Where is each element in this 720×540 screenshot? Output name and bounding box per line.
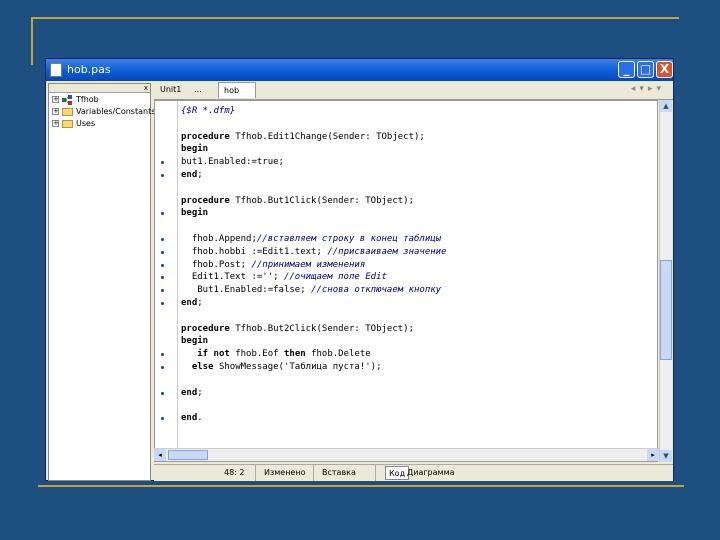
tree-item-label: Variables/Constants [76, 107, 156, 116]
hscroll-thumb[interactable] [168, 450, 208, 460]
minimize-button[interactable]: _ [618, 61, 635, 78]
code-line[interactable]: Edit1.Text :=''; //очищаем поле Edit [181, 271, 387, 283]
tree-item-variables[interactable]: + Variables/Constants [49, 106, 155, 118]
tree-item-label: Uses [76, 119, 96, 128]
code-line[interactable]: procedure Tfhob.But2Click(Sender: TObjec… [181, 323, 414, 335]
breakpoint-dot-icon[interactable] [161, 366, 164, 369]
horizontal-scrollbar[interactable]: ◂ ▸ [154, 448, 659, 461]
vertical-scrollbar[interactable]: ▲ ▼ [659, 100, 672, 462]
slide-decoration-bottom-horizontal [38, 485, 684, 487]
scroll-up-icon[interactable]: ▲ [660, 100, 672, 112]
window-title: hob.pas [67, 63, 111, 76]
code-line[interactable]: begin [181, 335, 208, 347]
tree-item-tfhob[interactable]: + Tfhob [49, 94, 150, 106]
insert-mode: Вставка [314, 465, 376, 481]
code-line[interactable]: else ShowMessage('Таблица пуста!'); [181, 361, 382, 373]
expand-icon[interactable]: + [52, 108, 59, 115]
tree-item-uses[interactable]: + Uses [49, 118, 150, 130]
tab-unit1[interactable]: Unit1 [160, 82, 186, 98]
tree-item-label: Tfhob [76, 95, 99, 104]
modified-status: Изменено [256, 465, 314, 481]
code-editor: Unit1 ... hob ◂▾▸▾ {$R *.dfm} procedure T… [154, 81, 673, 466]
code-line[interactable]: begin [181, 207, 208, 219]
code-line[interactable]: fhob.Append;//вставляем строку в конец т… [181, 233, 441, 245]
code-line[interactable]: but1.Enabled:=true; [181, 156, 284, 168]
cursor-position: 48: 2 [204, 465, 256, 481]
maximize-button[interactable]: □ [637, 61, 654, 78]
code-explorer: x + Tfhob + Variables/Constants + Uses [48, 83, 155, 481]
breakpoint-dot-icon[interactable] [161, 302, 164, 305]
folder-icon [62, 108, 73, 116]
code-line[interactable]: begin [181, 143, 208, 155]
explorer-header: x [49, 84, 150, 93]
tab-nav: ◂▾▸▾ [631, 84, 665, 94]
forward-dropdown-icon[interactable]: ▾ [656, 84, 665, 94]
expand-icon[interactable]: + [52, 96, 59, 103]
back-dropdown-icon[interactable]: ▾ [639, 84, 648, 94]
expand-icon[interactable]: + [52, 120, 59, 127]
class-icon [62, 95, 72, 105]
code-line[interactable]: fhob.hobbi :=Edit1.text; //присваиваем з… [181, 246, 447, 258]
code-line[interactable]: end; [181, 169, 203, 181]
slide-decoration-top-vertical [31, 17, 33, 65]
breakpoint-dot-icon[interactable] [161, 391, 164, 395]
scroll-thumb[interactable] [660, 260, 672, 360]
scroll-down-icon[interactable]: ▼ [660, 450, 672, 462]
file-icon [50, 63, 62, 77]
close-button[interactable]: X [656, 61, 673, 78]
title-bar[interactable]: hob.pas _ □ X [46, 59, 673, 81]
code-line[interactable]: end; [181, 387, 203, 399]
breakpoint-dot-icon[interactable] [161, 238, 164, 241]
code-line[interactable]: But1.Enabled:=false; //снова отключаем к… [181, 284, 441, 296]
breakpoint-dot-icon[interactable] [161, 174, 164, 177]
code-line[interactable]: fhob.Post; //принимаем изменения [181, 259, 365, 271]
code-line[interactable]: {$R *.dfm} [181, 105, 235, 117]
tab-diagram[interactable]: Диаграмма [407, 466, 455, 480]
code-view[interactable]: {$R *.dfm} procedure Tfhob.Edit1Change(Se… [154, 100, 658, 462]
explorer-close-icon[interactable]: x [144, 84, 148, 92]
code-line[interactable]: end. [181, 412, 203, 424]
tab-hob[interactable]: hob [218, 82, 256, 98]
code-line[interactable]: procedure Tfhob.Edit1Change(Sender: TObj… [181, 131, 425, 143]
breakpoint-dot-icon[interactable] [161, 263, 164, 267]
status-bar: 48: 2 Изменено Вставка Код Диаграмма [154, 464, 673, 481]
gutter[interactable] [155, 101, 178, 461]
slide-decoration-top-horizontal [31, 17, 679, 19]
tab-other[interactable]: ... [194, 82, 214, 98]
scroll-right-icon[interactable]: ▸ [647, 449, 659, 461]
scroll-left-icon[interactable]: ◂ [154, 449, 166, 461]
folder-icon [62, 120, 73, 128]
breakpoint-dot-icon[interactable] [161, 250, 164, 254]
editor-tabs: Unit1 ... hob ◂▾▸▾ [154, 81, 673, 100]
code-line[interactable]: if not fhob.Eof then fhob.Delete [181, 348, 370, 360]
tab-code[interactable]: Код [385, 466, 410, 480]
code-line[interactable]: procedure Tfhob.But1Click(Sender: TObjec… [181, 195, 414, 207]
editor-window: hob.pas _ □ X x + Tfhob + Variables/Cons… [45, 58, 674, 481]
code-line[interactable]: end; [181, 297, 203, 309]
